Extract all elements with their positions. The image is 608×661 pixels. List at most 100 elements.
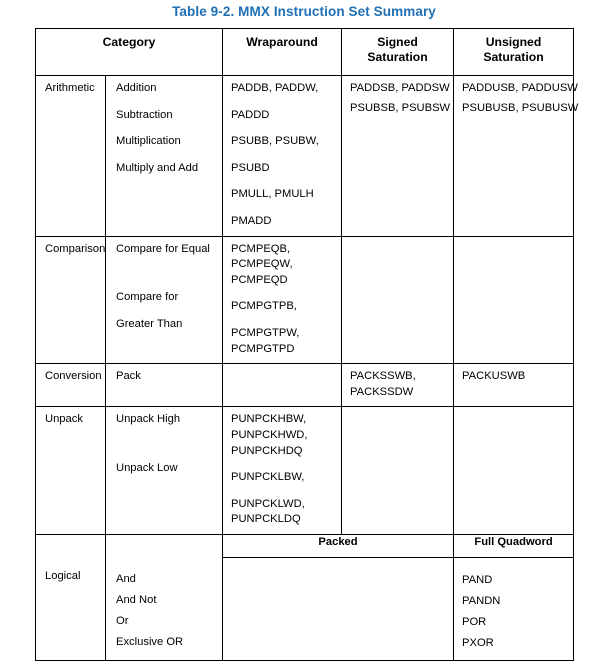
operation-compare-for-equal: Compare for Equal xyxy=(116,242,210,255)
wraparound-list-unpack: PUNPCKHBW, PUNPCKHWD, PUNPCKHDQ PUNPCKLB… xyxy=(223,407,341,534)
cell-operations-conversion: Pack xyxy=(104,363,224,408)
operation-addition: Addition xyxy=(116,82,157,94)
header-cell-wraparound: Wraparound xyxy=(222,28,343,76)
table-header-row: Category Wraparound Signed Saturation Un… xyxy=(34,28,575,76)
table-row-logical: Logical And And Not Or Exclusive OR PAND… xyxy=(35,556,575,661)
cell-signed-arithmetic: PADDSB, PADDSW PSUBSB, PSUBSW xyxy=(341,75,455,237)
header-cell-unsigned-saturation: Unsigned Saturation xyxy=(453,28,575,76)
wrap-pcmpeqd: PCMPEQD xyxy=(231,273,288,286)
header-label-wraparound: Wraparound xyxy=(246,35,318,49)
wrap-pcmpgtpw: PCMPGTPW, xyxy=(231,326,300,339)
wrap-punpckhdq: PUNPCKHDQ xyxy=(231,444,303,457)
signed-list-conversion: PACKSSWB, PACKSSDW xyxy=(342,364,453,406)
full-quadword-list-logical: PAND PANDN POR PXOR xyxy=(454,558,573,660)
cell-packed-logical xyxy=(222,556,455,661)
subheader-spacer-group xyxy=(35,533,106,558)
wraparound-value-conversion xyxy=(223,364,341,375)
table-row-arithmetic: Arithmetic Addition Subtraction Multipli… xyxy=(35,75,579,237)
unsigned-value-comparison xyxy=(454,237,573,248)
cell-category-group-comparison: Comparison xyxy=(35,235,106,365)
table-subheader-row-logical: Packed Full Quadword xyxy=(35,533,575,558)
wrap-padd-line2: PADDD xyxy=(231,108,270,121)
header-label-signed-line1: Signed xyxy=(377,35,418,49)
subheader-cell-full-quadword: Full Quadword xyxy=(453,533,575,558)
signed-value-comparison xyxy=(342,237,453,248)
wrap-psub-line2: PSUBD xyxy=(231,161,270,174)
mmx-instruction-table: Category Wraparound Signed Saturation Un… xyxy=(34,28,579,661)
wrap-punpckldq: PUNPCKLDQ xyxy=(231,513,301,526)
unsigned-packuswb: PACKUSWB xyxy=(462,370,526,383)
cell-wraparound-unpack: PUNPCKHBW, PUNPCKHWD, PUNPCKHDQ PUNPCKLB… xyxy=(222,406,343,535)
signed-packssdw: PACKSSDW xyxy=(350,385,414,398)
operation-and: And xyxy=(116,573,136,586)
cell-signed-comparison xyxy=(341,235,455,365)
group-label-conversion: Conversion xyxy=(45,370,102,383)
wrap-psub-line1: PSUBB, PSUBW, xyxy=(231,135,319,148)
cell-unsigned-unpack xyxy=(453,406,575,535)
signed-packsswb: PACKSSWB, xyxy=(350,370,416,383)
cell-unsigned-comparison xyxy=(453,235,575,365)
wrap-pmadd: PMADD xyxy=(231,214,272,227)
header-label-signed-line2: Saturation xyxy=(367,49,428,64)
operation-list-comparison: Compare for Equal Compare for Greater Th… xyxy=(106,237,222,339)
wrap-punpckhwd: PUNPCKHWD, xyxy=(231,428,308,441)
wraparound-list-arithmetic: PADDB, PADDW, PADDD PSUBB, PSUBW, PSUBD … xyxy=(223,76,341,236)
header-cell-category: Category xyxy=(34,28,224,76)
page-title: Table 9-2. MMX Instruction Set Summary xyxy=(172,4,436,19)
cell-wraparound-comparison: PCMPEQB, PCMPEQW, PCMPEQD PCMPGTPB, PCMP… xyxy=(222,235,343,365)
group-label-unpack: Unpack xyxy=(45,413,83,426)
subheader-label-full-quadword: Full Quadword xyxy=(474,535,553,548)
packed-value-logical xyxy=(223,558,453,569)
operation-exclusive-or: Exclusive OR xyxy=(116,636,184,649)
cell-signed-conversion: PACKSSWB, PACKSSDW xyxy=(341,363,455,408)
operation-compare-greater-line2: Greater Than xyxy=(116,317,183,330)
cell-operations-comparison: Compare for Equal Compare for Greater Th… xyxy=(104,235,224,365)
subheader-spacer-operations xyxy=(104,533,224,558)
table-row-conversion: Conversion Pack PACKSSWB, PACKSSDW PACKU… xyxy=(35,363,575,408)
signed-list-arithmetic: PADDSB, PADDSW PSUBSB, PSUBSW xyxy=(342,76,453,122)
cell-wraparound-arithmetic: PADDB, PADDW, PADDD PSUBB, PSUBW, PSUBD … xyxy=(222,75,343,237)
signed-value-unpack xyxy=(342,407,453,418)
wrap-pcmpeqw: PCMPEQW, xyxy=(231,258,293,271)
operation-unpack-low: Unpack Low xyxy=(116,461,178,474)
cell-operations-arithmetic: Addition Subtraction Multiplication Mult… xyxy=(104,75,224,237)
group-label-logical: Logical xyxy=(45,570,81,583)
signed-padds: PADDSB, PADDSW xyxy=(350,82,450,94)
operation-multiply-and-add: Multiply and Add xyxy=(116,161,199,174)
wrap-pcmpgtpd: PCMPGTPD xyxy=(231,342,295,355)
group-label-arithmetic: Arithmetic xyxy=(45,82,95,94)
cell-category-group-unpack: Unpack xyxy=(35,406,106,535)
subheader-cell-packed: Packed xyxy=(222,533,455,558)
cell-unsigned-arithmetic: PADDUSB, PADDUSW PSUBUSB, PSUBUSW xyxy=(453,75,579,237)
unsigned-paddus: PADDUSB, PADDUSW xyxy=(462,82,578,94)
wrap-padd-line1: PADDB, PADDW, xyxy=(231,82,319,94)
cell-operations-logical: And And Not Or Exclusive OR xyxy=(104,557,224,661)
wrap-pcmpeqb: PCMPEQB, xyxy=(231,242,291,255)
mmx-instruction-table-wrapper: Category Wraparound Signed Saturation Un… xyxy=(34,28,578,661)
signed-psubs: PSUBSB, PSUBSW xyxy=(350,101,451,114)
operation-list-unpack: Unpack High Unpack Low xyxy=(106,407,222,482)
table-page: Table 9-2. MMX Instruction Set Summary C… xyxy=(0,0,608,661)
group-label-comparison: Comparison xyxy=(45,242,106,255)
unsigned-list-arithmetic: PADDUSB, PADDUSW PSUBUSB, PSUBUSW xyxy=(454,76,579,122)
operation-subtraction: Subtraction xyxy=(116,108,173,121)
fq-por: POR xyxy=(462,615,487,628)
unsigned-psubus: PSUBUSB, PSUBUSW xyxy=(462,101,579,114)
subheader-label-packed: Packed xyxy=(318,535,358,548)
cell-category-group-arithmetic: Arithmetic xyxy=(35,75,106,237)
operation-compare-greater-line1: Compare for xyxy=(116,291,179,304)
cell-full-quadword-logical: PAND PANDN POR PXOR xyxy=(453,556,575,661)
wrap-pcmpgtpb: PCMPGTPB, xyxy=(231,300,297,313)
operation-unpack-high: Unpack High xyxy=(116,413,181,426)
fq-pandn: PANDN xyxy=(462,594,501,607)
header-cell-signed-saturation: Signed Saturation xyxy=(341,28,455,76)
operation-pack: Pack xyxy=(116,370,141,383)
cell-category-group-conversion: Conversion xyxy=(35,363,106,408)
cell-wraparound-conversion xyxy=(222,363,343,408)
table-row-unpack: Unpack Unpack High Unpack Low PUNPCKHBW,… xyxy=(35,406,575,535)
fq-pxor: PXOR xyxy=(462,636,494,649)
cell-category-group-logical: Logical xyxy=(35,557,106,661)
operation-multiplication: Multiplication xyxy=(116,135,181,148)
fq-pand: PAND xyxy=(462,573,493,586)
operation-list-logical: And And Not Or Exclusive OR xyxy=(106,557,222,659)
